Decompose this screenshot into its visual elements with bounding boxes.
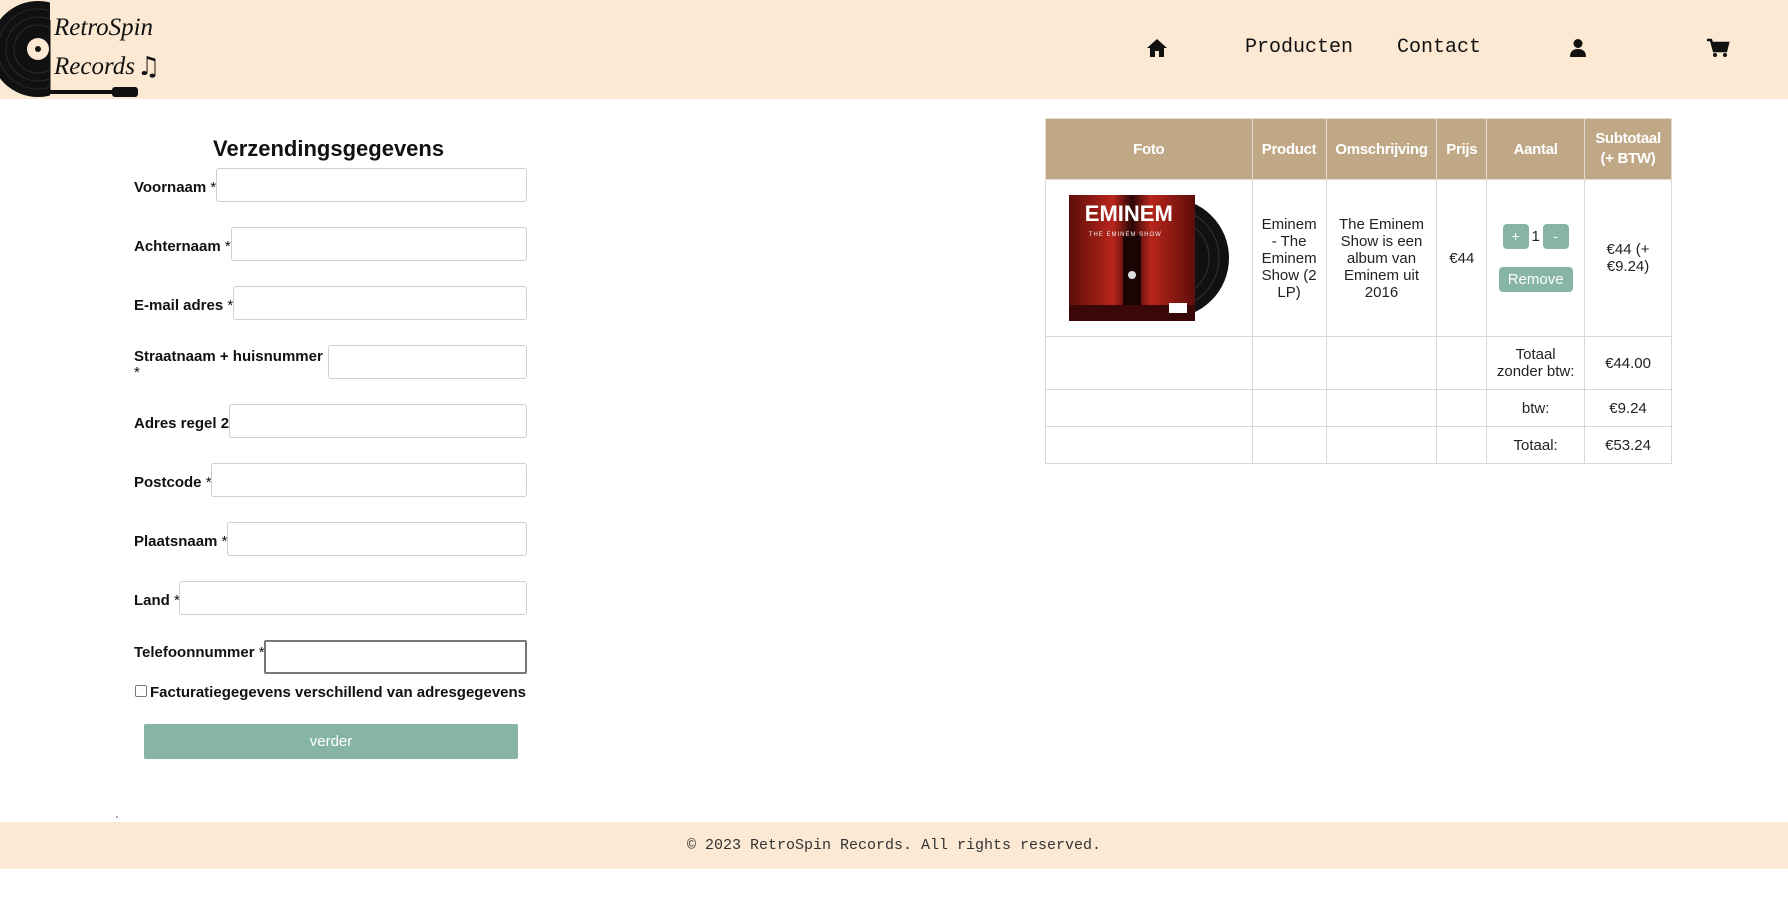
- col-foto: Foto: [1045, 118, 1253, 180]
- voornaam-label: Voornaam *: [134, 179, 217, 196]
- email-field[interactable]: [233, 286, 527, 320]
- plaats-field[interactable]: [227, 522, 527, 556]
- empty-cell: [1436, 336, 1488, 390]
- straat-label: Straatnaam + huisnummer *: [134, 348, 323, 381]
- empty-cell: [1325, 426, 1438, 464]
- empty-cell: [1251, 426, 1327, 464]
- subtotal-cell: €44 (+ €9.24): [1584, 179, 1672, 337]
- cart-table: Foto Product Omschrijving Prijs Aantal S…: [1045, 118, 1672, 464]
- empty-cell: [1045, 336, 1253, 390]
- col-prijs: Prijs: [1436, 118, 1488, 180]
- telefoon-label: Telefoonnummer *: [134, 644, 265, 661]
- nav-link-producten[interactable]: Producten: [1245, 36, 1353, 59]
- empty-cell: [1325, 336, 1438, 390]
- empty-cell: [1251, 389, 1327, 427]
- album-cover-subtitle: THE EMINEM SHOW: [1088, 232, 1162, 238]
- postcode-field[interactable]: [211, 463, 527, 497]
- increase-quantity-button[interactable]: +: [1502, 224, 1529, 249]
- land-field[interactable]: [179, 581, 527, 615]
- btw-value: €9.24: [1584, 389, 1672, 427]
- product-photo-cell: EMINEM THE EMINEM SHOW: [1045, 179, 1253, 337]
- col-subtotaal: Subtotaal (+ BTW): [1584, 118, 1672, 180]
- grand-total-label: Totaal:: [1486, 426, 1586, 464]
- straat-field[interactable]: [328, 345, 527, 379]
- album-cover-title: EMINEM: [1084, 201, 1173, 226]
- telefoon-field[interactable]: [264, 640, 527, 674]
- quantity-value: 1: [1531, 228, 1540, 245]
- cart-icon[interactable]: [1705, 36, 1731, 60]
- col-omschrijving: Omschrijving: [1325, 118, 1438, 180]
- album-cover-image[interactable]: EMINEM THE EMINEM SHOW: [1068, 195, 1229, 321]
- adres2-field[interactable]: [229, 404, 527, 438]
- grand-total-value: €53.24: [1584, 426, 1672, 464]
- user-icon[interactable]: [1565, 36, 1591, 60]
- total-excl-label: Totaal zonder btw:: [1486, 336, 1586, 390]
- empty-cell: [1436, 389, 1488, 427]
- voornaam-field[interactable]: [216, 168, 527, 202]
- empty-cell: [1045, 389, 1253, 427]
- site-logo[interactable]: RetroSpin Records ♫: [0, 0, 165, 99]
- postcode-label: Postcode *: [134, 474, 212, 491]
- verder-button[interactable]: verder: [144, 724, 518, 759]
- copyright-text: © 2023 RetroSpin Records. All rights res…: [686, 837, 1102, 854]
- total-excl-value: €44.00: [1584, 336, 1672, 390]
- home-icon[interactable]: [1144, 36, 1170, 60]
- product-name-cell: Eminem - The Eminem Show (2 LP): [1251, 179, 1327, 337]
- music-note-icon: ♫: [137, 52, 161, 82]
- btw-row: btw: €9.24: [1045, 389, 1672, 427]
- site-footer: © 2023 RetroSpin Records. All rights res…: [0, 822, 1788, 869]
- form-title: Verzendingsgegevens: [213, 136, 445, 161]
- col-product: Product: [1251, 118, 1327, 180]
- quantity-stepper: + 1 -: [1487, 224, 1584, 249]
- cart-header-row: Foto Product Omschrijving Prijs Aantal S…: [1045, 118, 1672, 180]
- site-header: RetroSpin Records ♫ Producten Contact: [0, 0, 1788, 99]
- product-price-cell: €44: [1436, 179, 1488, 337]
- btw-label: btw:: [1486, 389, 1586, 427]
- billing-different-checkbox[interactable]: [135, 685, 147, 697]
- logo-text-line2: Records: [54, 53, 135, 80]
- grand-total-row: Totaal: €53.24: [1045, 426, 1672, 464]
- adres2-label: Adres regel 2: [134, 415, 230, 432]
- empty-cell: [1251, 336, 1327, 390]
- plaats-label: Plaatsnaam *: [134, 533, 228, 550]
- product-description-cell: The Eminem Show is een album van Eminem …: [1325, 179, 1438, 337]
- land-label: Land *: [134, 592, 180, 609]
- total-excl-row: Totaal zonder btw: €44.00: [1045, 336, 1672, 390]
- email-label: E-mail adres *: [134, 297, 234, 314]
- stray-dot: [116, 816, 118, 818]
- remove-item-button[interactable]: Remove: [1498, 267, 1573, 292]
- achternaam-field[interactable]: [231, 227, 527, 261]
- empty-cell: [1325, 389, 1438, 427]
- quantity-cell: + 1 - Remove: [1486, 179, 1586, 337]
- billing-different-label[interactable]: Facturatiegegevens verschillend van adre…: [150, 684, 526, 701]
- nav-link-contact[interactable]: Contact: [1397, 36, 1481, 59]
- achternaam-label: Achternaam *: [134, 238, 231, 255]
- empty-cell: [1045, 426, 1253, 464]
- cart-item-row: EMINEM THE EMINEM SHOW Eminem - The Emin…: [1045, 179, 1672, 337]
- logo-text-line1: RetroSpin: [54, 14, 154, 41]
- col-aantal: Aantal: [1486, 118, 1586, 180]
- decrease-quantity-button[interactable]: -: [1542, 224, 1569, 249]
- empty-cell: [1436, 426, 1488, 464]
